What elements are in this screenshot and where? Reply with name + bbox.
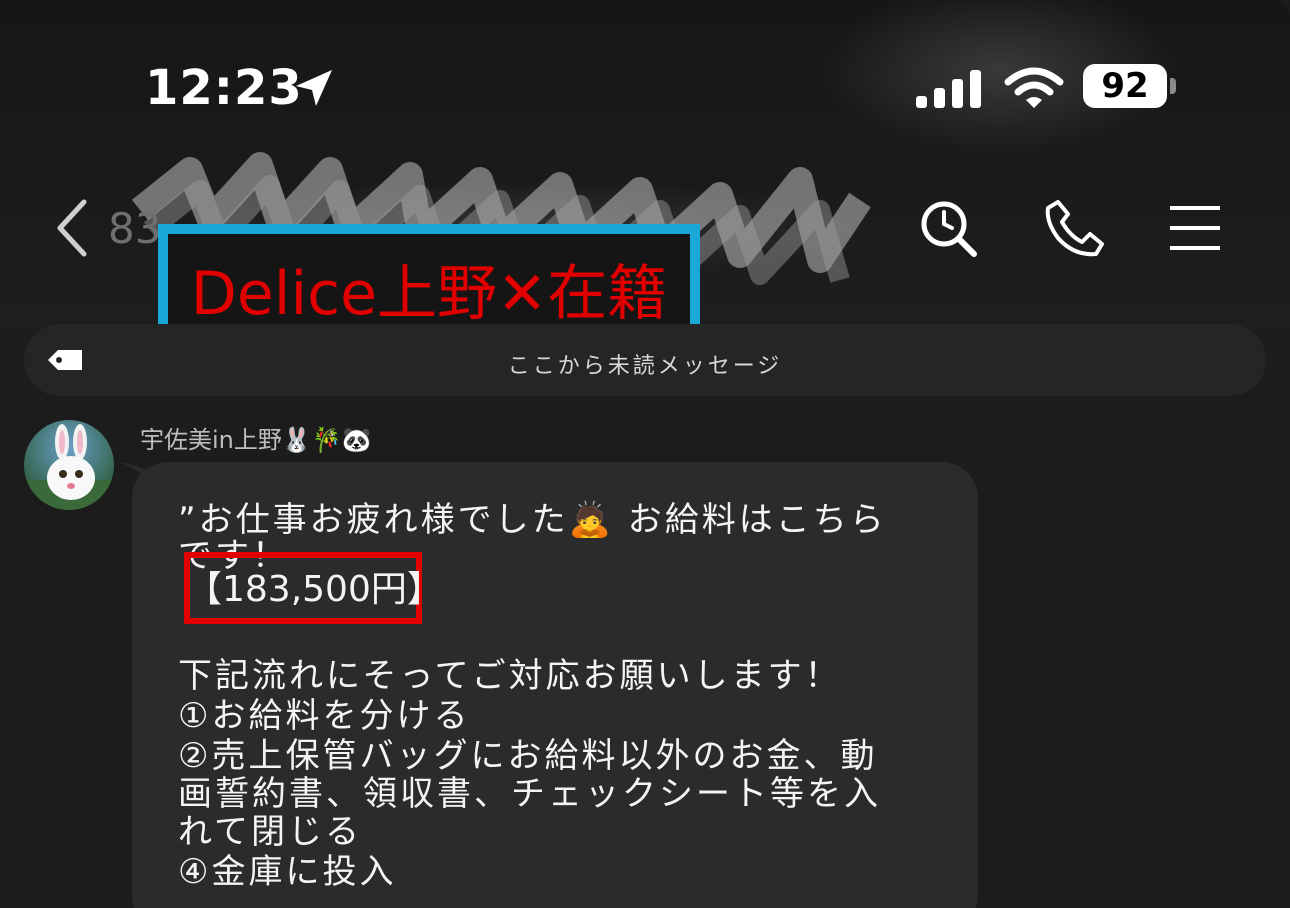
unread-label: ここから未読メッセージ (507, 354, 783, 379)
signal-icon (916, 70, 981, 108)
status-time: 12:23 (145, 60, 303, 116)
back-chevron-icon[interactable] (52, 198, 92, 258)
location-arrow-icon (296, 70, 332, 106)
search-icon[interactable] (918, 198, 978, 258)
chat-screen: 12:23 92 83 Delice上野✕在籍 ここから未読メッセージ 宇佐美i… (0, 0, 1290, 908)
sender-name: 宇佐美in上野🐰🎋🐼 (140, 426, 372, 454)
unread-count[interactable]: 83 (108, 204, 161, 253)
wifi-icon (1004, 67, 1064, 108)
battery-tip (1170, 78, 1176, 94)
sender-avatar[interactable] (24, 420, 114, 510)
chat-title: Delice上野✕在籍 (190, 258, 668, 329)
rabbit-avatar-icon (24, 424, 114, 510)
battery-level: 92 (1101, 66, 1149, 106)
phone-icon[interactable] (1044, 198, 1104, 258)
message-line: ④金庫に投入 (178, 852, 397, 892)
salary-amount: 【183,500円】 (186, 569, 443, 610)
menu-icon[interactable] (1166, 198, 1226, 258)
battery-icon: 92 (1083, 64, 1167, 108)
